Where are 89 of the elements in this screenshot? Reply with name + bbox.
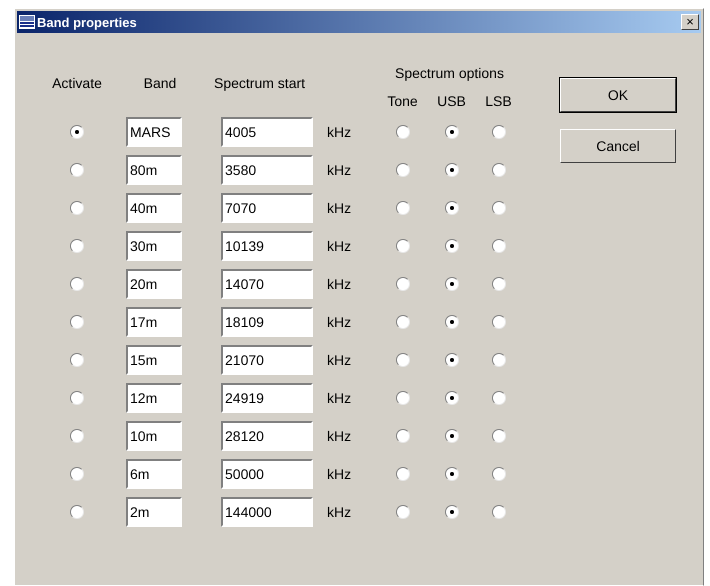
band-field[interactable]: 17m — [126, 307, 182, 337]
unit-label: kHz — [326, 314, 352, 330]
option-radio[interactable] — [492, 315, 506, 329]
spectrum-start-field[interactable]: 24919 — [221, 383, 313, 413]
band-field[interactable]: 2m — [126, 497, 182, 527]
unit-label: kHz — [326, 200, 352, 216]
activate-radio[interactable] — [70, 505, 84, 519]
band-field[interactable]: 12m — [126, 383, 182, 413]
activate-radio[interactable] — [70, 277, 84, 291]
unit-label: kHz — [326, 124, 352, 140]
option-radio[interactable] — [492, 429, 506, 443]
spectrum-start-field[interactable]: 7070 — [221, 193, 313, 223]
column-header: USB — [437, 93, 466, 109]
unit-label: kHz — [326, 238, 352, 254]
spectrum-start-field[interactable]: 3580 — [221, 155, 313, 185]
band-field[interactable]: 80m — [126, 155, 182, 185]
option-radio[interactable] — [492, 467, 506, 481]
activate-radio[interactable] — [70, 125, 84, 139]
unit-label: kHz — [326, 428, 352, 444]
column-header: Tone — [387, 93, 418, 109]
band-field[interactable]: 30m — [126, 231, 182, 261]
option-radio[interactable] — [444, 315, 458, 329]
spectrum-start-field[interactable]: 21070 — [221, 345, 313, 375]
option-radio[interactable] — [396, 201, 410, 215]
unit-label: kHz — [326, 504, 352, 520]
cancel-button[interactable]: Cancel — [560, 129, 676, 163]
option-radio[interactable] — [444, 353, 458, 367]
option-radio[interactable] — [444, 163, 458, 177]
option-radio[interactable] — [396, 505, 410, 519]
band-field[interactable]: 40m — [126, 193, 182, 223]
option-radio[interactable] — [492, 125, 506, 139]
option-radio[interactable] — [444, 239, 458, 253]
option-radio[interactable] — [396, 429, 410, 443]
option-radio[interactable] — [492, 163, 506, 177]
option-radio[interactable] — [396, 467, 410, 481]
activate-radio[interactable] — [70, 163, 84, 177]
unit-label: kHz — [326, 162, 352, 178]
option-radio[interactable] — [492, 277, 506, 291]
spectrum-start-field[interactable]: 50000 — [221, 459, 313, 489]
unit-label: kHz — [326, 352, 352, 368]
activate-radio[interactable] — [70, 201, 84, 215]
option-radio[interactable] — [396, 163, 410, 177]
band-field[interactable]: 10m — [126, 421, 182, 451]
column-header: Spectrum start — [214, 74, 306, 93]
spectrum-start-field[interactable]: 14070 — [221, 269, 313, 299]
option-radio[interactable] — [396, 353, 410, 367]
activate-radio[interactable] — [70, 391, 84, 405]
option-radio[interactable] — [396, 277, 410, 291]
option-radio[interactable] — [492, 505, 506, 519]
column-header: Band — [144, 74, 176, 93]
band-field[interactable]: 20m — [126, 269, 182, 299]
app-icon — [19, 15, 35, 29]
ok-button[interactable]: OK — [560, 78, 676, 112]
option-radio[interactable] — [444, 505, 458, 519]
option-radio[interactable] — [444, 125, 458, 139]
option-radio[interactable] — [492, 353, 506, 367]
option-radio[interactable] — [444, 467, 458, 481]
option-radio[interactable] — [444, 277, 458, 291]
option-radio[interactable] — [444, 429, 458, 443]
option-radio[interactable] — [492, 391, 506, 405]
band-field[interactable]: 6m — [126, 459, 182, 489]
activate-radio[interactable] — [70, 467, 84, 481]
unit-label: kHz — [326, 276, 352, 292]
unit-label: kHz — [326, 390, 352, 406]
option-radio[interactable] — [444, 201, 458, 215]
option-radio[interactable] — [396, 239, 410, 253]
spectrum-start-field[interactable]: 144000 — [221, 497, 313, 527]
close-button[interactable]: × — [681, 14, 699, 30]
band-field[interactable]: MARS — [126, 117, 182, 147]
column-header: Activate — [52, 74, 102, 93]
band-field[interactable]: 15m — [126, 345, 182, 375]
activate-radio[interactable] — [70, 315, 84, 329]
column-header: LSB — [485, 93, 512, 109]
spectrum-start-field[interactable]: 4005 — [221, 117, 313, 147]
activate-radio[interactable] — [70, 429, 84, 443]
window-title: Band properties — [37, 14, 138, 30]
option-radio[interactable] — [444, 391, 458, 405]
option-radio[interactable] — [396, 315, 410, 329]
column-header: Spectrum options — [395, 65, 504, 83]
spectrum-start-field[interactable]: 10139 — [221, 231, 313, 261]
activate-radio[interactable] — [70, 239, 84, 253]
option-radio[interactable] — [396, 125, 410, 139]
option-radio[interactable] — [396, 391, 410, 405]
activate-radio[interactable] — [70, 353, 84, 367]
option-radio[interactable] — [492, 239, 506, 253]
spectrum-start-field[interactable]: 28120 — [221, 421, 313, 451]
option-radio[interactable] — [492, 201, 506, 215]
spectrum-start-field[interactable]: 18109 — [221, 307, 313, 337]
unit-label: kHz — [326, 466, 352, 482]
